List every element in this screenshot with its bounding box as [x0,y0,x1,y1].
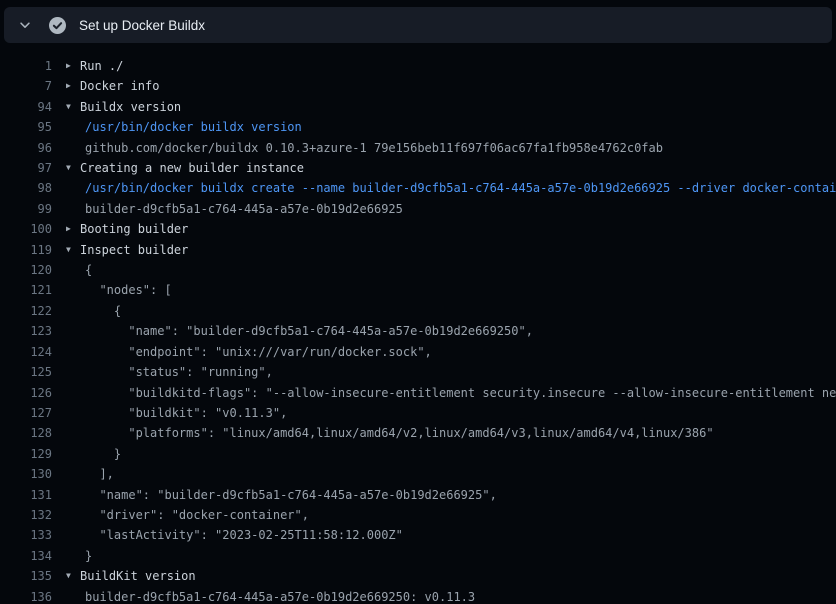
group-title[interactable]: Booting builder [80,219,188,239]
line-number[interactable]: 95 [0,117,52,137]
group-title[interactable]: Inspect builder [80,240,188,260]
log-group-row: 1 ▶ Run ./ [0,56,836,76]
output-text: "nodes": [ [85,280,172,300]
group-title[interactable]: Docker info [80,76,159,96]
step-header[interactable]: Set up Docker Buildx [4,7,832,43]
log-group-row: 7 ▶ Docker info [0,76,836,96]
log-line-row: 132 "driver": "docker-container", [0,505,836,525]
line-number[interactable]: 96 [0,138,52,158]
log-line-row: 122 { [0,301,836,321]
log-line-row: 123 "name": "builder-d9cfb5a1-c764-445a-… [0,321,836,341]
line-number[interactable]: 136 [0,587,52,604]
group-collapsed-icon[interactable]: ▶ [66,76,71,96]
output-text: } [85,546,92,566]
line-number[interactable]: 97 [0,158,52,178]
output-text: builder-d9cfb5a1-c764-445a-a57e-0b19d2e6… [85,199,403,219]
output-text: github.com/docker/buildx 0.10.3+azure-1 … [85,138,663,158]
output-text: builder-d9cfb5a1-c764-445a-a57e-0b19d2e6… [85,587,475,604]
log-line-row: 127 "buildkit": "v0.11.3", [0,403,836,423]
output-text: "name": "builder-d9cfb5a1-c764-445a-a57e… [85,485,497,505]
line-number[interactable]: 123 [0,321,52,341]
line-number[interactable]: 132 [0,505,52,525]
command-text: /usr/bin/docker buildx version [85,117,302,137]
log-line-row: 133 "lastActivity": "2023-02-25T11:58:12… [0,525,836,545]
line-number[interactable]: 126 [0,383,52,403]
line-number[interactable]: 130 [0,464,52,484]
line-number[interactable]: 134 [0,546,52,566]
group-expanded-icon[interactable]: ▼ [66,158,71,178]
log-line-row: 125 "status": "running", [0,362,836,382]
log-line-row: 130 ], [0,464,836,484]
line-number[interactable]: 128 [0,423,52,443]
log-container: 1▶Run ./7▶Docker info94▼Buildx version95… [0,56,836,604]
output-text: } [85,444,121,464]
output-text: "status": "running", [85,362,273,382]
log-line-row: 131 "name": "builder-d9cfb5a1-c764-445a-… [0,485,836,505]
line-number[interactable]: 124 [0,342,52,362]
line-number[interactable]: 100 [0,219,52,239]
log-group-row: 119 ▼ Inspect builder [0,240,836,260]
group-expanded-icon[interactable]: ▼ [66,240,71,260]
line-number[interactable]: 125 [0,362,52,382]
line-number[interactable]: 1 [0,56,52,76]
output-text: "platforms": "linux/amd64,linux/amd64/v2… [85,423,714,443]
output-text: "buildkit": "v0.11.3", [85,403,287,423]
group-expanded-icon[interactable]: ▼ [66,566,71,586]
log-line-row: 95/usr/bin/docker buildx version [0,117,836,137]
line-number[interactable]: 99 [0,199,52,219]
group-title[interactable]: Buildx version [80,97,181,117]
log-line-row: 120 { [0,260,836,280]
log-line-row: 134} [0,546,836,566]
log-group-row: 94 ▼ Buildx version [0,97,836,117]
chevron-down-icon[interactable] [12,12,38,38]
line-number[interactable]: 122 [0,301,52,321]
group-collapsed-icon[interactable]: ▶ [66,219,71,239]
log-line-row: 124 "endpoint": "unix:///var/run/docker.… [0,342,836,362]
line-number[interactable]: 131 [0,485,52,505]
line-number[interactable]: 119 [0,240,52,260]
log-group-row: 100 ▶ Booting builder [0,219,836,239]
line-number[interactable]: 98 [0,178,52,198]
line-number[interactable]: 121 [0,280,52,300]
group-title[interactable]: Creating a new builder instance [80,158,304,178]
log-line-row: 121 "nodes": [ [0,280,836,300]
group-title[interactable]: Run ./ [80,56,123,76]
line-number[interactable]: 120 [0,260,52,280]
line-number[interactable]: 94 [0,97,52,117]
output-text: "lastActivity": "2023-02-25T11:58:12.000… [85,525,403,545]
output-text: "driver": "docker-container", [85,505,309,525]
line-number[interactable]: 127 [0,403,52,423]
output-text: "buildkitd-flags": "--allow-insecure-ent… [85,383,836,403]
output-text: { [85,260,92,280]
log-line-row: 136 builder-d9cfb5a1-c764-445a-a57e-0b19d… [0,587,836,604]
line-number[interactable]: 129 [0,444,52,464]
log-line-row: 99 builder-d9cfb5a1-c764-445a-a57e-0b19d2… [0,199,836,219]
group-expanded-icon[interactable]: ▼ [66,97,71,117]
line-number[interactable]: 7 [0,76,52,96]
check-circle-icon [49,17,66,34]
line-number[interactable]: 133 [0,525,52,545]
group-title[interactable]: BuildKit version [80,566,196,586]
line-number[interactable]: 135 [0,566,52,586]
output-text: "endpoint": "unix:///var/run/docker.sock… [85,342,432,362]
log-line-row: 98/usr/bin/docker buildx create --name b… [0,178,836,198]
log-line-row: 126 "buildkitd-flags": "--allow-insecure… [0,383,836,403]
log-group-row: 97 ▼ Creating a new builder instance [0,158,836,178]
output-text: "name": "builder-d9cfb5a1-c764-445a-a57e… [85,321,533,341]
log-line-row: 129 } [0,444,836,464]
output-text: ], [85,464,114,484]
group-collapsed-icon[interactable]: ▶ [66,56,71,76]
step-title: Set up Docker Buildx [79,18,205,33]
log-line-row: 96 github.com/docker/buildx 0.10.3+azure-… [0,138,836,158]
log-group-row: 135 ▼ BuildKit version [0,566,836,586]
log-line-row: 128 "platforms": "linux/amd64,linux/amd6… [0,423,836,443]
command-text: /usr/bin/docker buildx create --name bui… [85,178,836,198]
output-text: { [85,301,121,321]
